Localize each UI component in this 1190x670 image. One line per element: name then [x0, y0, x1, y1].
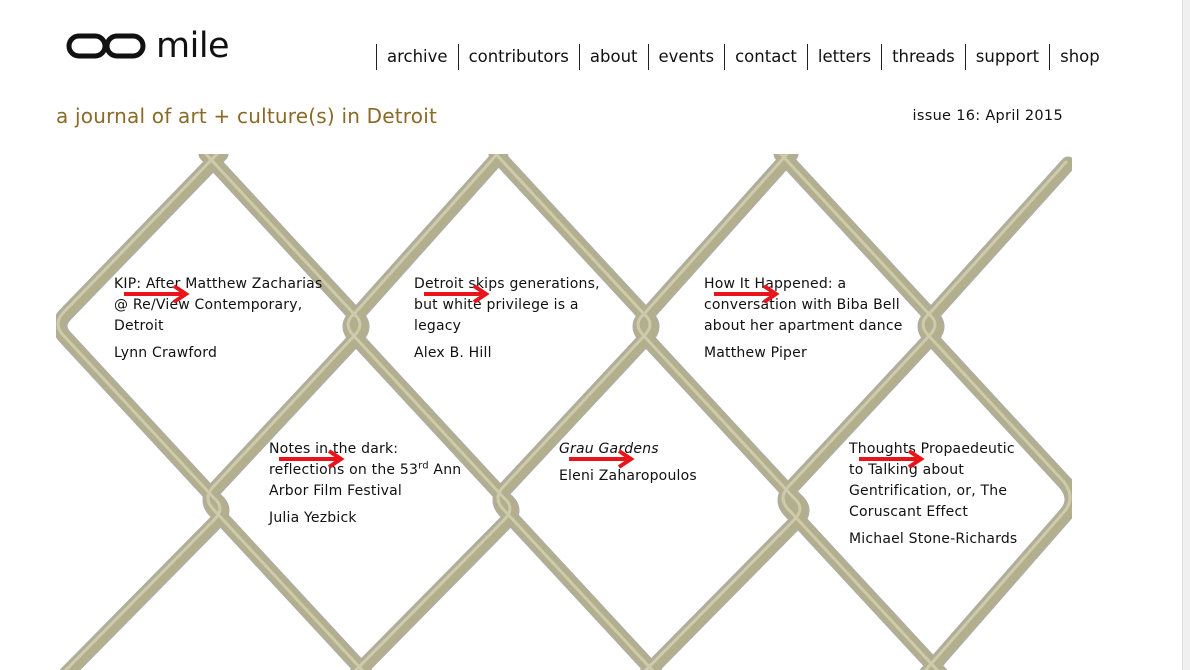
main-nav: archive contributors about events contac…: [376, 44, 1100, 70]
right-arrow-icon[interactable]: [279, 448, 349, 470]
article-card: Detroit skips generations, but white pri…: [414, 274, 624, 364]
nav-support[interactable]: support: [964, 44, 1049, 70]
right-arrow-icon[interactable]: [569, 448, 639, 470]
nav-shop[interactable]: shop: [1049, 44, 1100, 70]
issue-label: issue 16: April 2015: [912, 108, 1063, 124]
article-card: Grau Gardens Eleni Zaharopoulos: [559, 439, 769, 487]
article-author[interactable]: Julia Yezbick: [269, 508, 469, 529]
right-arrow-icon[interactable]: [859, 448, 929, 470]
right-arrow-icon[interactable]: [124, 283, 194, 305]
nav-contact[interactable]: contact: [724, 44, 807, 70]
site-logo[interactable]: mile: [66, 26, 230, 66]
right-arrow-icon[interactable]: [714, 283, 784, 305]
logo-text: mile: [156, 26, 230, 66]
scrollbar[interactable]: [1182, 0, 1190, 670]
article-author[interactable]: Lynn Crawford: [114, 343, 324, 364]
article-author[interactable]: Matthew Piper: [704, 343, 904, 364]
article-card: Thoughts Propaedeutic to Talking about G…: [849, 439, 1021, 550]
article-card: How It Happened: a conversation with Bib…: [704, 274, 904, 364]
nav-archive[interactable]: archive: [376, 44, 458, 70]
article-card: KIP: After Matthew Zacharias @ Re/View C…: [114, 274, 324, 364]
ordinal-suffix: rd: [418, 460, 429, 472]
nav-letters[interactable]: letters: [806, 44, 881, 70]
nav-contributors[interactable]: contributors: [457, 44, 579, 70]
right-arrow-icon[interactable]: [424, 283, 494, 305]
infinity-loop-icon: [66, 33, 146, 59]
fence-graphic: [56, 154, 1072, 670]
article-card: Notes in the dark: reflections on the 53…: [269, 439, 469, 529]
chain-link-fence-image: KIP: After Matthew Zacharias @ Re/View C…: [56, 154, 1072, 670]
site-tagline: a journal of art + culture(s) in Detroit: [56, 104, 437, 128]
article-author[interactable]: Michael Stone-Richards: [849, 529, 1021, 550]
article-author[interactable]: Alex B. Hill: [414, 343, 624, 364]
nav-events[interactable]: events: [647, 44, 725, 70]
nav-about[interactable]: about: [578, 44, 648, 70]
nav-threads[interactable]: threads: [881, 44, 965, 70]
